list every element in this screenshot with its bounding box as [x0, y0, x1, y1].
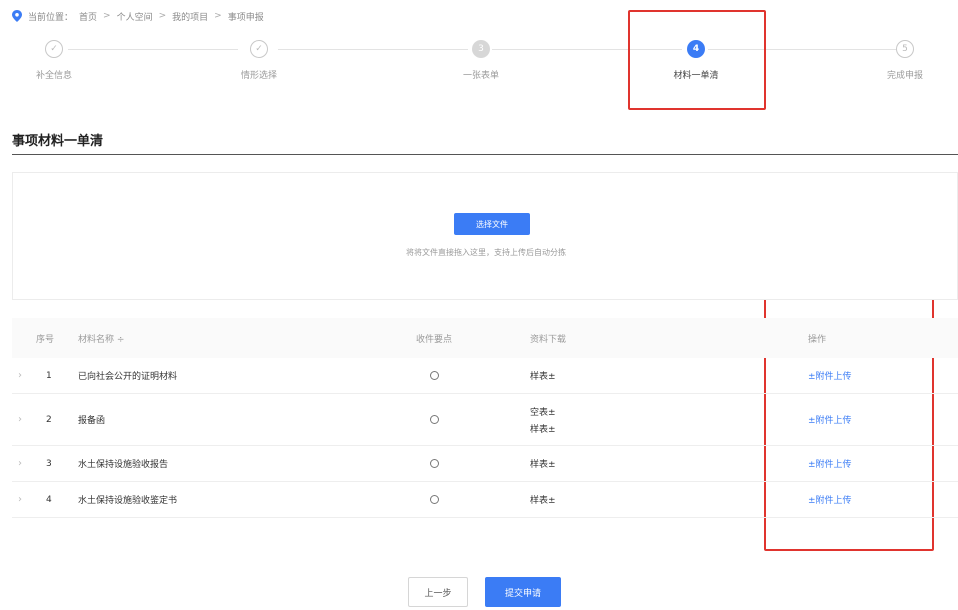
- search-icon[interactable]: [430, 482, 439, 517]
- search-icon[interactable]: [430, 446, 439, 481]
- breadcrumb-my-projects[interactable]: 我的项目: [172, 10, 208, 23]
- download-links: 空表± 样表±: [530, 394, 556, 445]
- material-name: 已向社会公开的证明材料: [78, 372, 178, 382]
- materials-table: 序号 材料名称 ÷ 收件要点 资料下载 操作 › 1 已向社会公开的证明材料 样…: [12, 318, 958, 518]
- breadcrumb-prefix: 当前位置：: [28, 12, 74, 23]
- divider: [12, 154, 958, 155]
- step-number: 4: [687, 40, 705, 58]
- step-label: 完成申报: [886, 71, 923, 81]
- header-download: 资料下载: [530, 334, 567, 345]
- breadcrumb-personal-space[interactable]: 个人空间: [117, 10, 153, 23]
- attachment-upload-label[interactable]: ±附件上传: [808, 457, 852, 470]
- material-name: 报备函: [78, 416, 106, 426]
- download-links: 样表±: [530, 446, 556, 481]
- upload-hint: 将将文件直接拖入这里，支持上传后自动分拣: [406, 248, 566, 257]
- file-drop-zone[interactable]: 选择文件 将将文件直接拖入这里，支持上传后自动分拣: [12, 172, 958, 300]
- step-label: 补全信息: [35, 71, 72, 81]
- breadcrumb-separator: >: [158, 11, 167, 21]
- row-index: 3: [46, 458, 52, 469]
- check-icon: ✓: [45, 40, 63, 58]
- step-label: 一张表单: [462, 71, 499, 81]
- header-key-points: 收件要点: [416, 334, 453, 345]
- page-title: 事项材料一单清: [12, 134, 104, 149]
- download-links: 样表±: [530, 482, 556, 517]
- attachment-upload-label[interactable]: ±附件上传: [808, 493, 852, 506]
- table-row: › 1 已向社会公开的证明材料 样表± ±附件上传: [12, 358, 958, 394]
- row-index: 2: [46, 414, 52, 425]
- header-index: 序号: [36, 334, 55, 345]
- submit-application-button[interactable]: 提交申请: [485, 577, 561, 607]
- expand-chevron-icon[interactable]: ›: [18, 446, 22, 481]
- attachment-upload-link[interactable]: ±附件上传: [808, 446, 852, 481]
- expand-chevron-icon[interactable]: ›: [18, 358, 22, 393]
- previous-step-button[interactable]: 上一步: [408, 577, 468, 607]
- breadcrumb: 当前位置： 首页 > 个人空间 > 我的项目 > 事项申报: [12, 8, 264, 24]
- sample-download-link[interactable]: 样表±: [530, 422, 556, 435]
- step-5: 5 完成申报: [855, 40, 955, 81]
- sample-download-link[interactable]: 样表±: [530, 369, 556, 382]
- search-icon[interactable]: [430, 394, 439, 445]
- table-row: › 2 报备函 空表± 样表± ±附件上传: [12, 394, 958, 446]
- expand-chevron-icon[interactable]: ›: [18, 394, 22, 445]
- material-name: 水土保持设施验收报告: [78, 460, 169, 470]
- header-actions: 操作: [808, 334, 827, 345]
- breadcrumb-current: 事项申报: [227, 12, 264, 23]
- attachment-upload-label[interactable]: ±附件上传: [808, 369, 852, 382]
- step-1: ✓ 补全信息: [4, 40, 104, 81]
- step-label: 材料一单清: [673, 71, 719, 81]
- table-row: › 4 水土保持设施验收鉴定书 样表± ±附件上传: [12, 482, 958, 518]
- step-2: ✓ 情形选择: [209, 40, 309, 81]
- step-number: 5: [896, 40, 914, 58]
- check-icon: ✓: [250, 40, 268, 58]
- search-icon[interactable]: [430, 358, 439, 393]
- sample-download-link[interactable]: 样表±: [530, 493, 556, 506]
- select-file-button[interactable]: 选择文件: [454, 213, 530, 235]
- breadcrumb-home[interactable]: 首页: [79, 10, 97, 23]
- step-progress: ✓ 补全信息 ✓ 情形选择 3 一张表单 4 材料一单清 5 完成申报: [0, 40, 958, 100]
- attachment-upload-label[interactable]: ±附件上传: [808, 413, 852, 426]
- row-index: 1: [46, 370, 52, 381]
- location-pin-icon: [12, 10, 22, 22]
- table-row: › 3 水土保持设施验收报告 样表± ±附件上传: [12, 446, 958, 482]
- row-index: 4: [46, 494, 52, 505]
- download-links: 样表±: [530, 358, 556, 393]
- sample-download-link[interactable]: 样表±: [530, 457, 556, 470]
- attachment-upload-link[interactable]: ±附件上传: [808, 358, 852, 393]
- breadcrumb-separator: >: [103, 11, 111, 21]
- attachment-upload-link[interactable]: ±附件上传: [808, 394, 852, 445]
- table-header: 序号 材料名称 ÷ 收件要点 资料下载 操作: [12, 318, 958, 358]
- breadcrumb-separator: >: [214, 11, 222, 21]
- material-name: 水土保持设施验收鉴定书: [78, 496, 178, 506]
- header-material-name[interactable]: 材料名称 ÷: [78, 318, 124, 358]
- attachment-upload-link[interactable]: ±附件上传: [808, 482, 852, 517]
- step-4: 4 材料一单清: [646, 40, 746, 81]
- expand-chevron-icon[interactable]: ›: [18, 482, 22, 517]
- blank-form-download-link[interactable]: 空表±: [530, 405, 556, 418]
- step-3: 3 一张表单: [431, 40, 531, 81]
- step-label: 情形选择: [240, 71, 277, 81]
- step-number: 3: [472, 40, 490, 58]
